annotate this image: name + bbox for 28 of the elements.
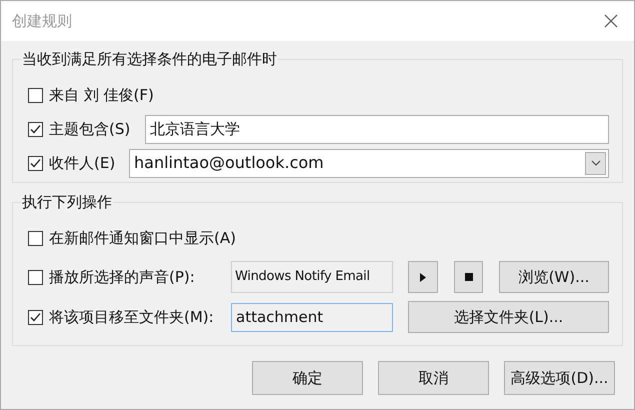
checkbox[interactable] (28, 310, 43, 324)
checkbox[interactable] (28, 88, 43, 102)
choose-folder-button[interactable]: 选择文件夹(L)... (408, 301, 609, 333)
recipient-dropdown[interactable]: hanlintao@outlook.com (129, 148, 609, 178)
stop-icon (464, 273, 472, 281)
subject-field[interactable]: 北京语言大学 (145, 114, 609, 144)
chevron-down-icon (585, 152, 606, 174)
stop-button[interactable] (454, 261, 483, 293)
window-title: 创建规则 (12, 10, 72, 32)
dialog-button[interactable]: 取消 (378, 361, 489, 395)
close-icon[interactable] (604, 14, 618, 28)
checkbox[interactable] (28, 230, 43, 246)
checkbox-label: 在新邮件通知窗口中显示(A) (49, 228, 236, 249)
checkbox[interactable] (28, 270, 43, 284)
play-icon (420, 272, 426, 282)
checkbox[interactable] (28, 122, 43, 136)
browse-button[interactable]: 浏览(W)... (499, 261, 609, 293)
dialog-button[interactable]: 高级选项(D)... (504, 361, 615, 395)
checkbox[interactable] (28, 156, 43, 170)
checkbox-label: 来自 刘 佳俊(F) (49, 84, 154, 106)
checkbox-label: 收件人(E) (49, 152, 116, 174)
checkbox-label: 将该项目移至文件夹(M): (49, 306, 214, 328)
sound-field[interactable]: Windows Notify Email (231, 261, 393, 293)
folder-field[interactable]: attachment (231, 302, 393, 332)
checkbox-label: 主题包含(S) (49, 118, 130, 140)
dialog-button[interactable]: 确定 (252, 361, 363, 395)
play-button[interactable] (408, 261, 438, 293)
checkbox-label: 播放所选择的声音(P): (49, 266, 195, 288)
